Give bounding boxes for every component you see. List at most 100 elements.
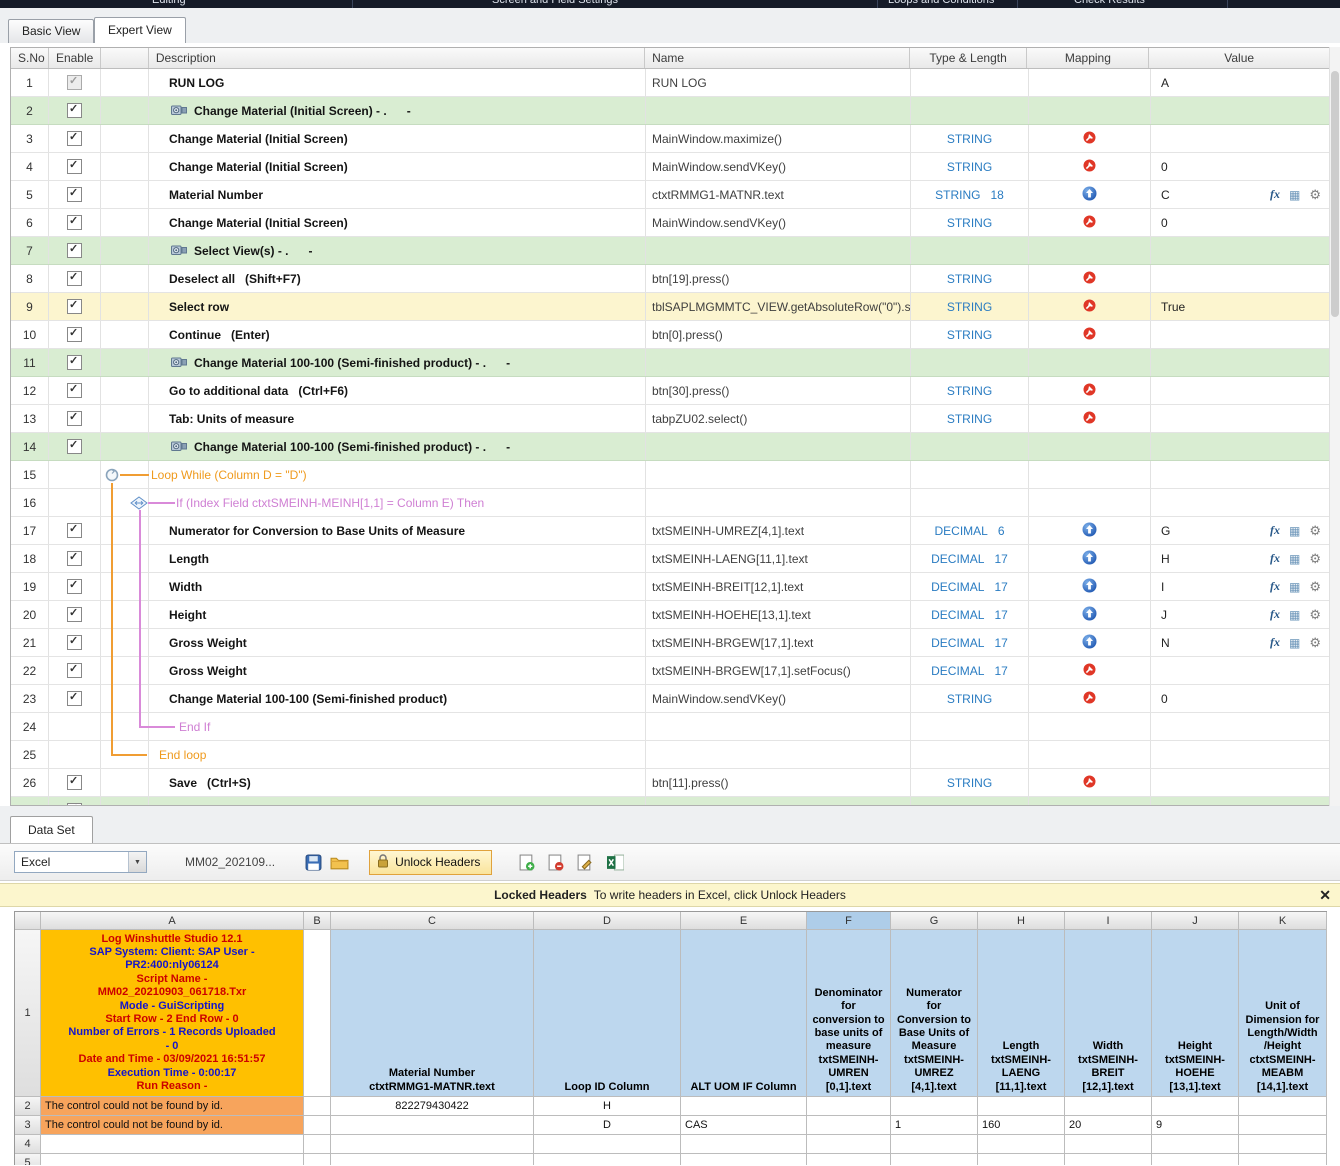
gear-icon[interactable]: ⚙ <box>1309 635 1321 651</box>
cell-D2[interactable]: H <box>534 1097 681 1116</box>
mapped-upload-icon[interactable] <box>1082 522 1097 540</box>
cell-G3[interactable]: 1 <box>891 1116 978 1135</box>
cell-B3[interactable] <box>304 1116 331 1135</box>
formula-icon[interactable]: fx <box>1270 607 1280 622</box>
enable-checkbox[interactable] <box>67 215 82 230</box>
cell-H5[interactable] <box>978 1154 1065 1165</box>
cell-A2[interactable]: The control could not be found by id. <box>41 1097 304 1116</box>
script-row[interactable]: 2Change Material (Initial Screen) - . - <box>11 97 1329 125</box>
fixed-value-pin-icon[interactable] <box>1083 299 1096 315</box>
formula-icon[interactable]: fx <box>1270 635 1280 650</box>
condition-icon[interactable] <box>130 496 148 510</box>
fixed-value-pin-icon[interactable] <box>1083 271 1096 287</box>
mapped-upload-icon[interactable] <box>1082 578 1097 596</box>
sheet-row-header-5[interactable]: 5 <box>15 1154 41 1165</box>
cell-E4[interactable] <box>681 1135 807 1154</box>
data-source-select[interactable]: Excel ▼ <box>14 851 147 873</box>
table-icon[interactable]: ▦ <box>1289 188 1300 202</box>
remove-sheet-icon[interactable] <box>547 854 564 871</box>
script-row[interactable]: 8Deselect all (Shift+F7)btn[19].press()S… <box>11 265 1329 293</box>
script-grid-scrollbar[interactable] <box>1329 47 1340 806</box>
sheet-col-header-K[interactable]: K <box>1239 912 1327 930</box>
cell-I3[interactable]: 20 <box>1065 1116 1152 1135</box>
cell-K5[interactable] <box>1239 1154 1327 1165</box>
cell-K4[interactable] <box>1239 1135 1327 1154</box>
script-row[interactable]: 15Loop While (Column D = "D") <box>11 461 1329 489</box>
sheet-col-header-J[interactable]: J <box>1152 912 1239 930</box>
formula-icon[interactable]: fx <box>1270 551 1280 566</box>
cell-F4[interactable] <box>807 1135 891 1154</box>
enable-checkbox[interactable] <box>67 663 82 678</box>
cell-A5[interactable] <box>41 1154 304 1165</box>
unlock-headers-button[interactable]: Unlock Headers <box>369 850 492 875</box>
enable-checkbox[interactable] <box>67 103 82 118</box>
enable-checkbox[interactable] <box>67 691 82 706</box>
cell-G4[interactable] <box>891 1135 978 1154</box>
script-row[interactable]: 4Change Material (Initial Screen)MainWin… <box>11 153 1329 181</box>
script-row[interactable]: 14Change Material 100-100 (Semi-finished… <box>11 433 1329 461</box>
enable-checkbox[interactable] <box>67 327 82 342</box>
sheet-row-header-3[interactable]: 3 <box>15 1116 41 1135</box>
script-row[interactable]: 23Change Material 100-100 (Semi-finished… <box>11 685 1329 713</box>
enable-checkbox[interactable] <box>67 635 82 650</box>
cell-H3[interactable]: 160 <box>978 1116 1065 1135</box>
col-header-enable[interactable]: Enable <box>49 48 101 68</box>
cell-C1-header[interactable]: Material Number ctxtRMMG1-MATNR.text <box>331 930 534 1097</box>
script-row[interactable]: 20HeighttxtSMEINH-HOEHE[13,1].textDECIMA… <box>11 601 1329 629</box>
mapped-upload-icon[interactable] <box>1082 606 1097 624</box>
enable-checkbox[interactable] <box>67 355 82 370</box>
tab-expert-view[interactable]: Expert View <box>94 17 186 43</box>
formula-icon[interactable]: fx <box>1270 187 1280 202</box>
cell-K1-header[interactable]: Unit of Dimension for Length/Width /Heig… <box>1239 930 1327 1097</box>
cell-G5[interactable] <box>891 1154 978 1165</box>
sheet-col-header-I[interactable]: I <box>1065 912 1152 930</box>
table-icon[interactable]: ▦ <box>1289 608 1300 622</box>
cell-H2[interactable] <box>978 1097 1065 1116</box>
loop-icon[interactable] <box>104 467 120 483</box>
sheet-col-header-G[interactable]: G <box>891 912 978 930</box>
fixed-value-pin-icon[interactable] <box>1083 383 1096 399</box>
cell-G1-header[interactable]: Numerator for Conversion to Base Units o… <box>891 930 978 1097</box>
script-row[interactable]: 25End loop <box>11 741 1329 769</box>
fixed-value-pin-icon[interactable] <box>1083 411 1096 427</box>
enable-checkbox[interactable] <box>67 299 82 314</box>
sheet-row-header-2[interactable]: 2 <box>15 1097 41 1116</box>
enable-checkbox[interactable] <box>67 523 82 538</box>
sheet-col-header-A[interactable]: A <box>41 912 304 930</box>
gear-icon[interactable]: ⚙ <box>1309 551 1321 567</box>
gear-icon[interactable]: ⚙ <box>1309 579 1321 595</box>
table-icon[interactable]: ▦ <box>1289 524 1300 538</box>
fixed-value-pin-icon[interactable] <box>1083 691 1096 707</box>
mapped-upload-icon[interactable] <box>1082 634 1097 652</box>
tab-basic-view[interactable]: Basic View <box>8 19 94 43</box>
fixed-value-pin-icon[interactable] <box>1083 327 1096 343</box>
col-header-sno[interactable]: S.No▲ <box>11 48 49 68</box>
enable-checkbox[interactable] <box>67 243 82 258</box>
cell-K3[interactable] <box>1239 1116 1327 1135</box>
cell-E1-header[interactable]: ALT UOM IF Column <box>681 930 807 1097</box>
col-header-value[interactable]: Value <box>1149 48 1329 68</box>
enable-checkbox[interactable] <box>67 271 82 286</box>
cell-B2[interactable] <box>304 1097 331 1116</box>
sheet-row-header-4[interactable]: 4 <box>15 1135 41 1154</box>
enable-checkbox[interactable] <box>67 551 82 566</box>
close-icon[interactable]: ✕ <box>1319 887 1331 904</box>
cell-E5[interactable] <box>681 1154 807 1165</box>
chevron-down-icon[interactable]: ▼ <box>128 852 146 872</box>
formula-icon[interactable]: fx <box>1270 579 1280 594</box>
cell-H1-header[interactable]: Length txtSMEINH- LAENG [11,1].text <box>978 930 1065 1097</box>
sheet-row-header-1[interactable]: 1 <box>15 930 41 1097</box>
add-sheet-icon[interactable] <box>518 854 535 871</box>
cell-A4[interactable] <box>41 1135 304 1154</box>
script-row[interactable]: 10Continue (Enter)btn[0].press()STRING <box>11 321 1329 349</box>
enable-checkbox[interactable] <box>67 159 82 174</box>
cell-D1-header[interactable]: Loop ID Column <box>534 930 681 1097</box>
formula-icon[interactable]: fx <box>1270 523 1280 538</box>
enable-checkbox[interactable] <box>67 383 82 398</box>
script-row[interactable]: 24End If <box>11 713 1329 741</box>
enable-checkbox[interactable] <box>67 775 82 790</box>
enable-checkbox[interactable] <box>67 187 82 202</box>
col-header-description[interactable]: Description <box>149 48 645 68</box>
edit-sheet-icon[interactable] <box>576 854 593 871</box>
mapped-upload-icon[interactable] <box>1082 550 1097 568</box>
